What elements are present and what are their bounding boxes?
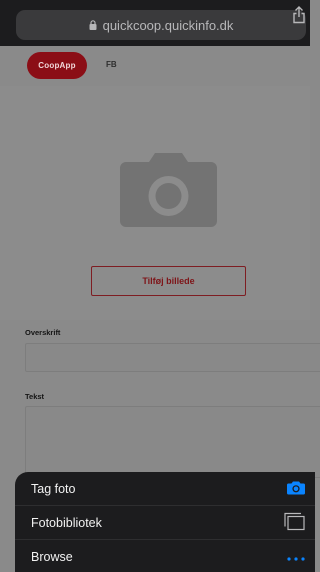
text-input[interactable]: [25, 406, 320, 478]
take-photo-option[interactable]: Tag foto: [15, 472, 315, 506]
text-label: Tekst: [25, 392, 45, 401]
browse-option[interactable]: Browse: [15, 540, 315, 572]
action-sheet: Tag foto Fotobibliotek Browse: [15, 472, 315, 572]
url-text: quickcoop.quickinfo.dk: [102, 17, 234, 33]
add-photo-button[interactable]: Tilføj billede: [91, 266, 246, 296]
camera-icon: [120, 153, 217, 232]
photo-library-option[interactable]: Fotobibliotek: [15, 506, 315, 540]
browser-toolbar: quickcoop.quickinfo.dk: [0, 0, 310, 46]
lock-icon: [89, 18, 97, 33]
browse-label: Browse: [31, 549, 73, 564]
address-bar[interactable]: quickcoop.quickinfo.dk: [16, 10, 306, 40]
photo-library-label: Fotobibliotek: [31, 515, 102, 530]
photo-library-icon: [283, 512, 305, 533]
coopapp-logo[interactable]: CoopApp: [27, 52, 87, 79]
more-icon: [287, 550, 305, 564]
take-photo-label: Tag foto: [31, 481, 76, 496]
fb-link[interactable]: FB: [106, 60, 117, 69]
headline-input[interactable]: [25, 343, 320, 372]
app-header: CoopApp FB: [0, 46, 310, 86]
share-icon[interactable]: [292, 6, 306, 29]
photo-area: Tilføj billede: [0, 86, 310, 320]
camera-icon: [287, 480, 305, 497]
headline-label: Overskrift: [25, 328, 61, 337]
